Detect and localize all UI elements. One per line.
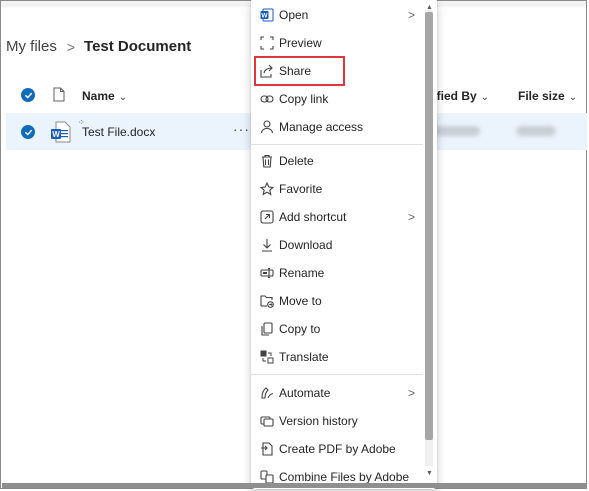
file-type-header-icon [53,87,65,107]
translate-icon [259,349,275,365]
select-all-checkbox[interactable] [21,88,35,102]
menu-item-label: Add shortcut [279,210,347,224]
menu-item-label: Copy link [279,92,329,106]
menu-item-version-history[interactable]: Version history [251,407,423,435]
menu-item-label: Automate [279,386,331,400]
chevron-right-icon: > [407,386,415,400]
menu-item-translate[interactable]: Translate [251,343,423,371]
person-icon [259,119,275,135]
menu-item-add-shortcut[interactable]: Add shortcut > [251,203,423,231]
scroll-down-arrow-icon[interactable]: ▼ [426,470,433,477]
menu-item-label: Rename [279,266,325,280]
menu-item-label: Create PDF by Adobe [279,442,396,456]
menu-item-download[interactable]: Download [251,231,423,259]
breadcrumb-current[interactable]: Test Document [84,38,191,55]
scroll-thumb[interactable] [425,12,433,440]
menu-item-rename[interactable]: Rename [251,259,423,287]
share-highlight-box [254,56,345,86]
menu-item-preview[interactable]: Preview [251,29,423,57]
pdf-icon [259,441,275,457]
menu-item-label: Version history [279,414,358,428]
menu-item-copy-link[interactable]: Copy link [251,85,423,113]
menu-item-automate[interactable]: Automate > [251,379,423,407]
move-icon [259,293,275,309]
automate-icon [259,385,275,401]
column-header-file-size[interactable]: File size ⌄ [518,89,577,103]
modified-by-blurred [432,126,480,136]
checkmark-icon [24,92,32,98]
bottom-bar [2,483,586,488]
column-name-label: Name [82,89,115,103]
menu-item-label: Translate [279,350,329,364]
trash-icon [259,153,275,169]
copy-icon [259,321,275,337]
chevron-right-icon: > [407,210,415,224]
column-header-name[interactable]: Name ⌄ [82,89,127,103]
menu-item-manage-access[interactable]: Manage access [251,113,423,141]
menu-divider [251,374,423,375]
menu-item-label: Combine Files by Adobe [279,470,410,484]
svg-text:W: W [52,130,60,139]
menu-item-label: Delete [279,154,314,168]
menu-item-delete[interactable]: Delete [251,147,423,175]
menu-scrollbar[interactable]: ▲ ▼ [423,4,433,477]
svg-text:W: W [261,13,268,20]
menu-item-move-to[interactable]: Move to [251,287,423,315]
menu-item-label: Download [279,238,333,252]
word-icon: W [259,7,275,23]
chevron-right-icon: > [407,8,415,22]
chevron-down-icon: ⌄ [480,92,490,103]
preview-icon [259,35,275,51]
breadcrumb-separator: > [66,38,76,55]
menu-item-label: Manage access [279,120,364,134]
chevron-down-icon: ⌄ [118,92,128,103]
file-name-link[interactable]: Test File.docx [82,125,155,139]
checkmark-icon [24,129,32,135]
shortcut-icon [259,209,275,225]
menu-item-create-pdf[interactable]: Create PDF by Adobe [251,435,423,463]
more-actions-button[interactable]: ··· [233,121,250,137]
star-icon [259,181,275,197]
breadcrumb-my-files[interactable]: My files [6,38,57,55]
file-size-blurred [516,126,556,136]
download-icon [259,237,275,253]
history-icon [259,413,275,429]
chevron-down-icon: ⌄ [568,92,578,103]
menu-item-open[interactable]: W Open > [251,1,423,29]
menu-item-label: Favorite [279,182,323,196]
menu-item-label: Open [279,8,309,22]
menu-item-label: Move to [279,294,322,308]
rename-icon [259,265,275,281]
word-doc-icon: W [50,121,72,148]
menu-item-label: Copy to [279,322,321,336]
menu-item-favorite[interactable]: Favorite [251,175,423,203]
link-icon [259,91,275,107]
menu-item-label: Preview [279,36,322,50]
menu-divider [251,144,423,145]
row-checkbox[interactable] [21,125,35,139]
breadcrumb: My files > Test Document [6,38,191,55]
column-file-size-label: File size [518,89,565,103]
menu-item-copy-to[interactable]: Copy to [251,315,423,343]
